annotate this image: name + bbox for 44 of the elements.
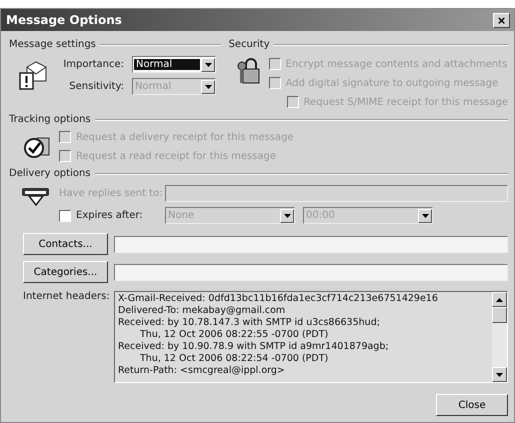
up-arrow-icon xyxy=(496,298,503,302)
scroll-down-button[interactable] xyxy=(492,367,507,382)
down-arrow-icon xyxy=(204,84,212,88)
group-heading: Message settings xyxy=(9,39,96,50)
group-heading: Tracking options xyxy=(9,114,91,125)
contacts-field[interactable] xyxy=(114,236,508,252)
group-heading: Delivery options xyxy=(9,168,91,179)
window-title: Message Options xyxy=(6,13,122,27)
down-arrow-icon xyxy=(284,214,290,218)
group-heading: Security xyxy=(228,39,270,50)
checkbox-label: Encrypt message contents and attachments xyxy=(286,58,508,70)
header-line: Received: by 10.90.78.9 with SMTP id a9mr1401879agb; xyxy=(118,341,390,353)
categories-button[interactable]: Categories... xyxy=(23,261,108,283)
field-label: Sensitivity: xyxy=(68,81,125,92)
scroll-up-button[interactable] xyxy=(492,292,507,307)
categories-field[interactable] xyxy=(114,264,508,280)
checkbox-label: Expires after: xyxy=(75,210,144,221)
checkbox-label: Request a delivery receipt for this message xyxy=(76,132,294,142)
header-line: X-Gmail-Received: 0dfd13bc11b16fda1ec3cf714c213e6751429e16 xyxy=(118,293,439,305)
field-label: Importance: xyxy=(62,59,125,70)
header-line: Return-Path: <smcgreal@ippl.org> xyxy=(118,365,286,377)
lock-key-icon xyxy=(236,56,261,86)
hand-card-icon xyxy=(21,185,51,207)
envelope-warning-icon xyxy=(19,60,49,90)
dropdown[interactable]: Normal xyxy=(132,56,216,73)
header-line: Thu, 12 Oct 2006 08:22:55 -0700 (PDT) xyxy=(139,329,330,341)
close-button[interactable]: × xyxy=(493,12,510,28)
contacts-button[interactable]: Contacts... xyxy=(23,233,108,255)
headers-text-area[interactable] xyxy=(114,291,508,383)
header-line: Thu, 12 Oct 2006 08:22:54 -0700 (PDT) xyxy=(139,353,330,365)
checkbox-label: Add digital signature to outgoing message xyxy=(286,78,498,88)
field-label: Have replies sent to: xyxy=(59,188,164,199)
down-arrow-icon xyxy=(422,214,428,218)
close-dialog-button[interactable]: Close xyxy=(436,394,508,416)
header-line: Received: by 10.78.147.3 with SMTP id u3cs86635hud; xyxy=(118,317,381,329)
checkbox[interactable] xyxy=(59,210,71,222)
down-arrow-icon xyxy=(496,372,503,376)
header-line: Delivered-To: mekabay@gmail.com xyxy=(118,305,286,317)
checkbox-label: Request a read receipt for this message xyxy=(76,150,276,162)
down-arrow-icon xyxy=(204,62,212,66)
checkmark-document-icon xyxy=(23,134,51,158)
field-label: Internet headers: xyxy=(22,291,108,304)
scrollbar-thumb[interactable] xyxy=(492,307,507,323)
checkbox-label: Request S/MIME receipt for this message xyxy=(304,96,508,108)
